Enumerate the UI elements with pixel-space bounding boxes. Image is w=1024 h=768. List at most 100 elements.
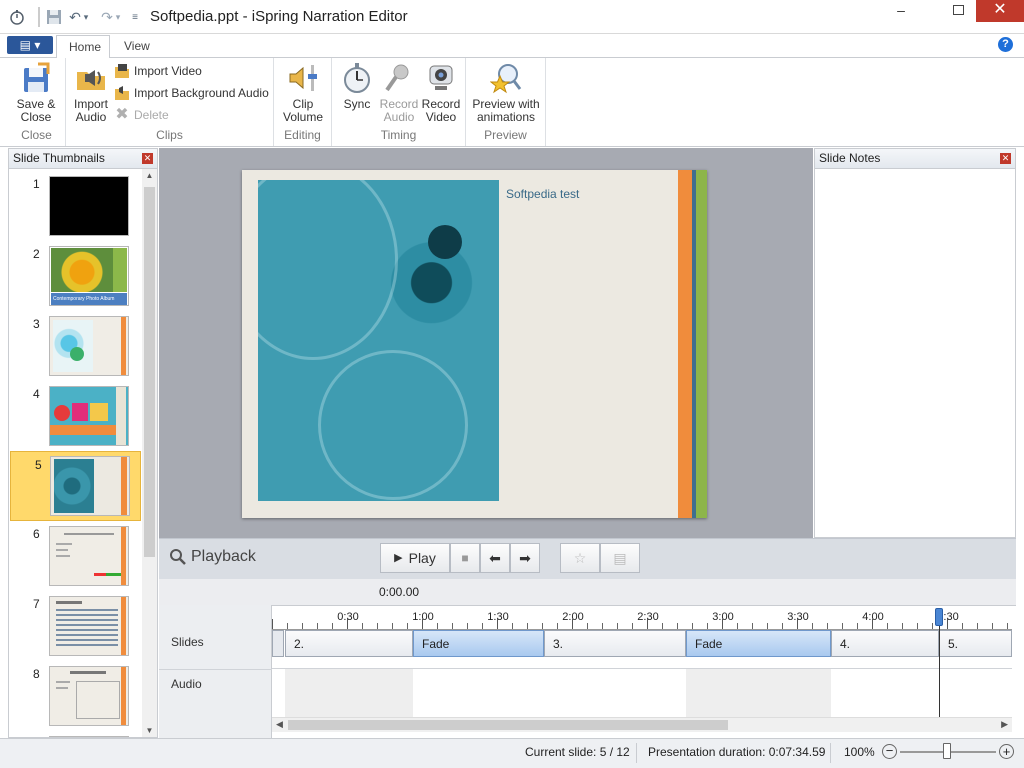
timing-group: Sync Record Audio Record Video Timing <box>332 58 466 146</box>
save-icon[interactable] <box>43 6 65 28</box>
webcam-icon <box>425 62 457 94</box>
stopwatch-icon <box>341 62 373 94</box>
play-button[interactable]: ▶ Play <box>380 543 450 573</box>
thumbnail-item-7[interactable]: 7 <box>9 591 142 661</box>
scroll-up-icon[interactable]: ▲ <box>142 171 157 180</box>
tab-view[interactable]: View <box>112 35 162 58</box>
thumbnail-number: 8 <box>33 667 40 681</box>
close-thumbnails-button[interactable]: ✕ <box>142 153 153 164</box>
import-audio-label: Import Audio <box>73 97 108 124</box>
current-slide: Softpedia test <box>242 170 707 518</box>
thumbnail-image <box>49 316 129 376</box>
next-button[interactable]: ➡ <box>510 543 540 573</box>
transition-clip-fade[interactable]: Fade <box>413 630 544 657</box>
time-ruler[interactable]: 0:30 1:00 1:30 2:00 2:30 3:00 3:30 4:00 … <box>272 606 1012 630</box>
thumbnail-number: 6 <box>33 527 40 541</box>
thumbnail-caption: Contemporary Photo Album <box>51 293 127 305</box>
previous-button[interactable]: ⬅ <box>480 543 510 573</box>
import-background-audio-button[interactable]: Import Background Audio <box>114 83 269 103</box>
tab-home[interactable]: Home <box>56 35 110 58</box>
thumbnail-number: 2 <box>33 247 40 261</box>
zoom-out-button[interactable]: − <box>882 744 897 759</box>
thumbnail-image <box>49 386 129 446</box>
sync-label: Sync <box>343 97 371 111</box>
audio-track[interactable] <box>285 669 1012 717</box>
thumbnail-image <box>49 596 129 656</box>
thumbnail-list: 1 2 Contemporary Photo Album 3 4 5 6 7 8 <box>9 169 142 737</box>
slide-notes-text-area[interactable] <box>815 169 1015 537</box>
play-icon: ▶ <box>394 552 403 564</box>
record-video-button[interactable]: Record Video <box>420 62 462 124</box>
ribbon: Save & Close Close Import Audio Import V… <box>0 57 1024 147</box>
slide-clip-3[interactable]: 3. <box>544 630 686 657</box>
audio-region-shaded <box>285 669 413 717</box>
import-audio-icon <box>75 62 107 94</box>
scrollbar-thumb[interactable] <box>288 720 728 730</box>
clip-volume-button[interactable]: Clip Volume <box>278 62 328 124</box>
timeline-scrollbar[interactable]: ◀ ▶ <box>272 717 1012 732</box>
status-divider <box>636 743 637 763</box>
thumbnail-item-6[interactable]: 6 <box>9 521 142 591</box>
thumbnail-item-2[interactable]: 2 Contemporary Photo Album <box>9 241 142 311</box>
scroll-left-icon[interactable]: ◀ <box>276 719 283 730</box>
transition-clip-fade[interactable]: Fade <box>686 630 831 657</box>
thumbnail-item-3[interactable]: 3 <box>9 311 142 381</box>
ruler-major-ticks <box>272 619 1012 629</box>
restore-button[interactable] <box>916 0 946 22</box>
undo-dropdown-icon[interactable]: ▾ <box>80 6 92 28</box>
minimize-button[interactable]: – <box>886 0 916 22</box>
preview-star-icon <box>489 62 522 94</box>
zoom-slider-handle[interactable] <box>943 743 951 759</box>
slide-clip-1[interactable] <box>272 630 284 657</box>
slide-icon: ▤ <box>613 550 627 566</box>
app-icon[interactable] <box>6 6 28 28</box>
slide-stripe-green <box>696 170 707 518</box>
playback-section: Playback <box>169 548 256 566</box>
slide-clip-5[interactable]: 5. <box>939 630 1012 657</box>
restore-icon <box>953 5 964 15</box>
add-animation-marker-button[interactable]: ☆ <box>560 543 600 573</box>
slide-thumbnails-header: Slide Thumbnails ✕ <box>9 149 157 169</box>
customize-toolbar-icon[interactable]: ≡ <box>128 6 142 28</box>
slide-notes-panel: Slide Notes ✕ <box>814 148 1016 538</box>
thumbnail-image <box>49 526 129 586</box>
save-close-button[interactable]: Save & Close <box>8 62 64 124</box>
preview-with-animations-button[interactable]: Preview with animations <box>468 62 544 124</box>
slide-marker-button[interactable]: ▤ <box>600 543 640 573</box>
thumbnails-scrollbar[interactable]: ▲ ▼ <box>142 169 157 737</box>
import-video-icon <box>115 64 129 78</box>
stop-icon: ■ <box>461 551 469 565</box>
track-divider <box>159 669 272 670</box>
save-close-icon <box>20 62 52 94</box>
help-icon[interactable]: ? <box>998 37 1013 52</box>
close-window-button[interactable]: ✕ <box>976 0 1024 22</box>
close-notes-button[interactable]: ✕ <box>1000 153 1011 164</box>
playback-label: Playback <box>191 548 256 565</box>
stop-button[interactable]: ■ <box>450 543 480 573</box>
thumbnail-number: 4 <box>33 387 40 401</box>
import-video-button[interactable]: Import Video <box>114 61 202 81</box>
import-background-audio-label: Import Background Audio <box>134 86 269 100</box>
scroll-right-icon[interactable]: ▶ <box>1001 719 1008 730</box>
thumbnail-item-9[interactable] <box>9 731 142 737</box>
redo-dropdown-icon[interactable]: ▾ <box>112 6 124 28</box>
thumbnail-item-4[interactable]: 4 <box>9 381 142 451</box>
zoom-in-button[interactable]: + <box>999 744 1014 759</box>
thumbnail-item-1[interactable]: 1 <box>9 171 142 241</box>
delete-button[interactable]: ✖ Delete <box>114 105 168 125</box>
thumbnail-item-5-selected[interactable]: 5 <box>10 451 141 521</box>
application-menu-button[interactable]: ▤ ▾ <box>7 36 53 54</box>
playhead-handle[interactable] <box>935 608 943 626</box>
current-slide-status: Current slide: 5 / 12 <box>525 745 630 759</box>
sync-button[interactable]: Sync <box>336 62 378 111</box>
scroll-down-icon[interactable]: ▼ <box>142 726 157 735</box>
slide-notes-header: Slide Notes ✕ <box>815 149 1015 169</box>
record-audio-button[interactable]: Record Audio <box>378 62 420 124</box>
import-audio-button[interactable]: Import Audio <box>68 62 114 124</box>
record-audio-label: Record Audio <box>379 97 419 124</box>
slide-clip-4[interactable]: 4. <box>831 630 939 657</box>
thumbnail-item-8[interactable]: 8 <box>9 661 142 731</box>
slide-clip-2[interactable]: 2. <box>285 630 413 657</box>
scrollbar-thumb[interactable] <box>144 187 155 557</box>
preview-group: Preview with animations Preview <box>466 58 546 146</box>
